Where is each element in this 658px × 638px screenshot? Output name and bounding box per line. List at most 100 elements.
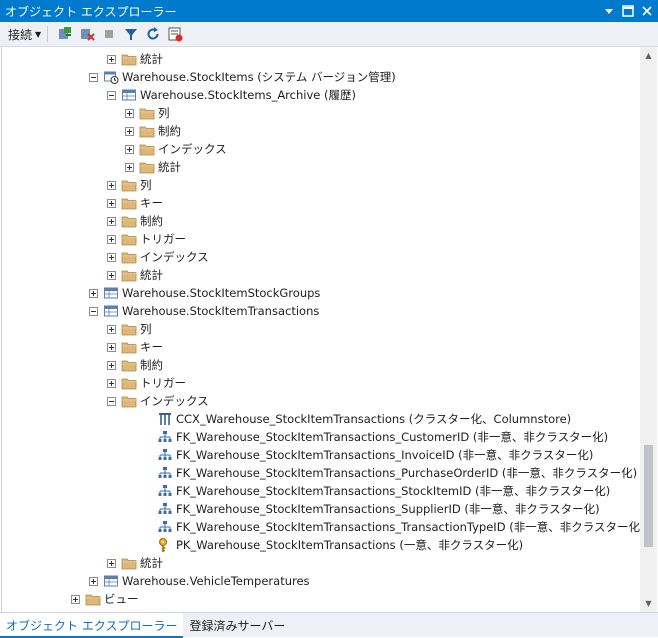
folder-icon: [121, 177, 137, 193]
tree-node[interactable]: PK_Warehouse_StockItemTransactions (一意、非…: [157, 536, 523, 554]
tree-node[interactable]: インデックス: [107, 248, 209, 266]
dropdown-icon[interactable]: [601, 3, 617, 19]
tree-node[interactable]: 列: [107, 320, 152, 338]
folder-icon: [85, 591, 101, 607]
tree-node[interactable]: 列: [107, 176, 152, 194]
index-icon: [157, 483, 173, 499]
tree-node[interactable]: FK_Warehouse_StockItemTransactions_Invoi…: [157, 446, 593, 464]
expand-icon[interactable]: [107, 342, 116, 352]
tree-node[interactable]: FK_Warehouse_StockItemTransactions_Purch…: [157, 464, 637, 482]
tree-node[interactable]: トリガー: [107, 374, 186, 392]
chevron-down-icon: ▼: [35, 29, 42, 39]
expand-icon[interactable]: [107, 216, 116, 226]
tree-node-label: 統計: [140, 52, 163, 66]
vertical-scrollbar[interactable]: ▲ ▼: [640, 47, 657, 612]
folder-icon: [121, 195, 137, 211]
tree-node-label: 統計: [140, 268, 163, 282]
scroll-down-icon[interactable]: ▼: [640, 595, 657, 612]
expand-icon[interactable]: [107, 252, 116, 262]
tree-node[interactable]: インデックス: [107, 392, 209, 410]
close-icon[interactable]: [639, 3, 655, 19]
folder-icon: [121, 231, 137, 247]
folder-icon: [121, 321, 137, 337]
tree-node[interactable]: FK_Warehouse_StockItemTransactions_Custo…: [157, 428, 608, 446]
folder-icon: [121, 51, 137, 67]
activity-icon[interactable]: [166, 25, 184, 43]
folder-icon: [139, 159, 155, 175]
expand-icon[interactable]: [89, 288, 98, 298]
scroll-up-icon[interactable]: ▲: [640, 47, 657, 64]
tree-node[interactable]: キー: [107, 338, 163, 356]
tree-node-label: 統計: [140, 556, 163, 570]
tree-node-label: 列: [158, 106, 170, 120]
expand-icon[interactable]: [125, 126, 134, 136]
tree-node[interactable]: 統計: [107, 266, 163, 284]
expand-icon[interactable]: [107, 378, 116, 388]
connect-icon[interactable]: [56, 25, 74, 43]
expand-icon[interactable]: [125, 108, 134, 118]
tree-node[interactable]: ビュー: [71, 590, 139, 608]
window-title: オブジェクト エクスプローラー: [5, 4, 177, 19]
title-bar: オブジェクト エクスプローラー: [0, 0, 658, 22]
collapse-icon[interactable]: [107, 396, 116, 406]
tree-node[interactable]: トリガー: [107, 230, 186, 248]
disconnect-icon[interactable]: [78, 25, 96, 43]
connect-dropdown[interactable]: 接続 ▼: [0, 26, 41, 43]
expand-icon[interactable]: [89, 576, 98, 586]
tree-node[interactable]: 統計: [107, 554, 163, 572]
scrollbar-thumb[interactable]: [644, 445, 653, 547]
tree-node[interactable]: Warehouse.StockItems_Archive (履歴): [107, 86, 356, 104]
tree-node-label: 統計: [158, 160, 181, 174]
index-icon: [157, 465, 173, 481]
tree-node[interactable]: 制約: [107, 212, 163, 230]
expand-icon[interactable]: [107, 270, 116, 280]
toolbar-separator: [47, 26, 49, 42]
collapse-icon[interactable]: [89, 306, 98, 316]
expand-icon[interactable]: [107, 180, 116, 190]
expand-icon[interactable]: [107, 360, 116, 370]
tab-registered-servers[interactable]: 登録済みサーバー: [183, 613, 291, 636]
tree-node[interactable]: キー: [107, 194, 163, 212]
tree-node[interactable]: インデックス: [125, 140, 227, 158]
connect-label: 接続: [8, 27, 33, 42]
tree-node[interactable]: FK_Warehouse_StockItemTransactions_Stock…: [157, 482, 610, 500]
expand-icon[interactable]: [107, 558, 116, 568]
folder-icon: [121, 375, 137, 391]
expand-icon[interactable]: [71, 594, 80, 604]
collapse-icon[interactable]: [107, 90, 116, 100]
expand-icon[interactable]: [107, 54, 116, 64]
tree-node[interactable]: 統計: [107, 50, 163, 68]
tree-node[interactable]: Warehouse.VehicleTemperatures: [89, 572, 310, 590]
refresh-icon[interactable]: [144, 25, 162, 43]
tree-node[interactable]: 統計: [125, 158, 181, 176]
tree-node[interactable]: Warehouse.StockItemStockGroups: [89, 284, 320, 302]
pin-icon[interactable]: [620, 3, 636, 19]
tab-object-explorer[interactable]: オブジェクト エクスプローラー: [0, 613, 184, 638]
tree-node-label: 制約: [140, 358, 163, 372]
index-icon: [157, 501, 173, 517]
collapse-icon[interactable]: [89, 72, 98, 82]
tree-node[interactable]: Warehouse.StockItemTransactions: [89, 302, 319, 320]
tree-node-label: ビュー: [104, 592, 139, 606]
stop-icon[interactable]: [100, 25, 118, 43]
expand-icon[interactable]: [107, 324, 116, 334]
index-icon: [157, 429, 173, 445]
tree-node[interactable]: Warehouse.StockItems (システム バージョン管理): [89, 68, 396, 86]
tree-node[interactable]: 制約: [107, 356, 163, 374]
folder-icon: [121, 339, 137, 355]
expand-icon[interactable]: [125, 144, 134, 154]
tree-node[interactable]: CCX_Warehouse_StockItemTransactions (クラス…: [157, 410, 571, 428]
tree-node-label: トリガー: [140, 376, 186, 390]
expand-icon[interactable]: [125, 162, 134, 172]
tree-node[interactable]: 制約: [125, 122, 181, 140]
expand-icon[interactable]: [107, 234, 116, 244]
folder-icon: [121, 555, 137, 571]
tree-node[interactable]: 列: [125, 104, 170, 122]
toolbar: 接続 ▼: [0, 22, 658, 47]
expand-icon[interactable]: [107, 198, 116, 208]
tree-node[interactable]: FK_Warehouse_StockItemTransactions_Trans…: [157, 518, 640, 536]
tree-node-label: 列: [140, 322, 152, 336]
tree-node-label: Warehouse.StockItemTransactions: [122, 304, 320, 318]
tree-node[interactable]: FK_Warehouse_StockItemTransactions_Suppl…: [157, 500, 600, 518]
filter-icon[interactable]: [122, 25, 140, 43]
